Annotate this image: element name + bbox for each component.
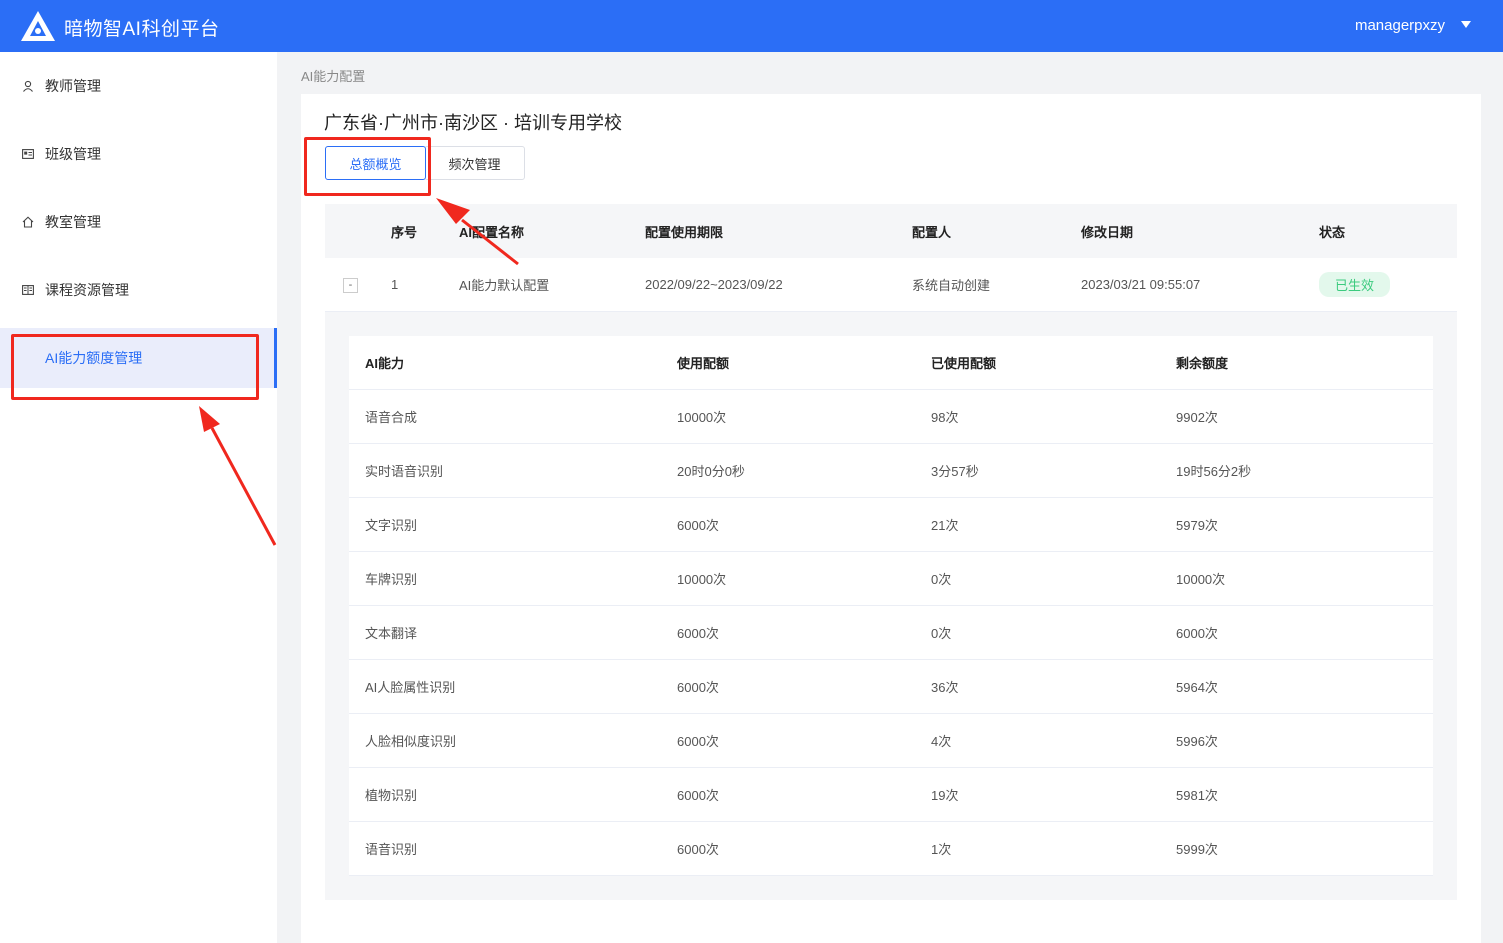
- table-row: AI人脸属性识别 6000次 36次 5964次: [349, 660, 1433, 714]
- row-remaining: 5996次: [1176, 734, 1218, 749]
- home-icon: [21, 215, 35, 229]
- row-config-name: AI能力默认配置: [459, 278, 550, 293]
- table-row: 文字识别 6000次 21次 5979次: [349, 498, 1433, 552]
- header-used: 已使用配额: [931, 356, 997, 371]
- sidebar-item-classes[interactable]: 班级管理: [0, 124, 277, 184]
- app-title: 暗物智AI科创平台: [64, 19, 220, 40]
- row-quota: 6000次: [677, 842, 719, 857]
- top-header: 暗物智AI科创平台 managerpxzy: [0, 0, 1503, 52]
- breadcrumb: AI能力配置: [301, 69, 366, 84]
- quota-rows: 语音合成 10000次 98次 9902次实时语音识别 20时0分0秒 3分57秒 19时5…: [349, 390, 1433, 876]
- row-ability: 文本翻译: [365, 626, 418, 641]
- row-ability: 语音合成: [365, 410, 418, 425]
- row-used: 4次: [931, 734, 952, 749]
- sidebar-item-course-resources[interactable]: 课程资源管理: [0, 260, 277, 320]
- row-used: 1次: [931, 842, 952, 857]
- row-ability: AI人脸属性识别: [365, 680, 456, 695]
- row-used: 19次: [931, 788, 959, 803]
- header-status: 状态: [1319, 224, 1346, 240]
- table-row: 语音合成 10000次 98次 9902次: [349, 390, 1433, 444]
- header-config-name: AI配置名称: [459, 224, 525, 240]
- row-modified: 2023/03/21 09:55:07: [1081, 277, 1201, 292]
- user-menu[interactable]: managerpxzy: [1355, 17, 1445, 34]
- row-quota: 6000次: [677, 734, 719, 749]
- sidebar-item-classrooms[interactable]: 教室管理: [0, 192, 277, 252]
- row-quota: 10000次: [677, 572, 727, 587]
- row-quota: 6000次: [677, 680, 719, 695]
- row-ability: 车牌识别: [365, 572, 418, 587]
- row-used: 36次: [931, 680, 959, 695]
- config-table-header: 序号 AI配置名称 配置使用期限 配置人 修改日期 状态: [325, 204, 1457, 258]
- table-row: 语音识别 6000次 1次 5999次: [349, 822, 1433, 876]
- header-quota: 使用配额: [677, 356, 730, 371]
- row-remaining: 5999次: [1176, 842, 1218, 857]
- table-row: 实时语音识别 20时0分0秒 3分57秒 19时56分2秒: [349, 444, 1433, 498]
- row-used: 21次: [931, 518, 959, 533]
- row-ability: 实时语音识别: [365, 464, 444, 479]
- row-ability: 语音识别: [365, 842, 418, 857]
- tab-frequency-management[interactable]: 频次管理: [424, 146, 525, 180]
- annotation-box-sidebar: [11, 334, 259, 400]
- sidebar-item-label: 教师管理: [45, 78, 101, 94]
- row-quota: 20时0分0秒: [677, 464, 745, 479]
- quota-table: AI能力 使用配额 已使用配额 剩余额度 语音合成 10000次 98次 9902次实…: [349, 336, 1433, 876]
- row-remaining: 5979次: [1176, 518, 1218, 533]
- header-index: 序号: [391, 224, 418, 240]
- sidebar-item-label: 班级管理: [45, 146, 101, 162]
- row-period: 2022/09/22~2023/09/22: [645, 277, 783, 292]
- row-ability: 人脸相似度识别: [365, 734, 457, 749]
- row-remaining: 10000次: [1176, 572, 1226, 587]
- table-row[interactable]: - 1 AI能力默认配置 2022/09/22~2023/09/22 系统自动创…: [325, 258, 1457, 312]
- row-ability: 植物识别: [365, 788, 418, 803]
- row-used: 3分57秒: [931, 464, 979, 479]
- row-status: 已生效: [1319, 258, 1391, 311]
- table-row: 人脸相似度识别 6000次 4次 5996次: [349, 714, 1433, 768]
- sidebar-item-label: 课程资源管理: [45, 282, 129, 298]
- row-remaining: 5981次: [1176, 788, 1218, 803]
- sidebar-item-label: 教室管理: [45, 214, 101, 230]
- user-icon: [21, 79, 35, 93]
- row-index: 1: [391, 277, 399, 292]
- row-quota: 10000次: [677, 410, 727, 425]
- row-used: 98次: [931, 410, 959, 425]
- header-creator: 配置人: [912, 224, 952, 240]
- row-remaining: 9902次: [1176, 410, 1218, 425]
- table-row: 文本翻译 6000次 0次 6000次: [349, 606, 1433, 660]
- quota-table-header: AI能力 使用配额 已使用配额 剩余额度: [349, 336, 1433, 390]
- book-icon: [21, 283, 35, 297]
- row-used: 0次: [931, 626, 952, 641]
- row-used: 0次: [931, 572, 952, 587]
- row-quota: 6000次: [677, 788, 719, 803]
- row-creator: 系统自动创建: [912, 278, 991, 293]
- row-remaining: 19时56分2秒: [1176, 464, 1252, 479]
- sidebar: 教师管理 班级管理 教室管理 课程资源管理 AI能力额度管理: [0, 52, 277, 943]
- row-quota: 6000次: [677, 518, 719, 533]
- caret-down-icon[interactable]: [1461, 21, 1471, 28]
- row-ability: 文字识别: [365, 518, 418, 533]
- annotation-box-tab: [304, 137, 431, 196]
- row-remaining: 6000次: [1176, 626, 1218, 641]
- header-remaining: 剩余额度: [1176, 356, 1229, 371]
- id-card-icon: [21, 147, 35, 161]
- header-period: 配置使用期限: [645, 224, 724, 240]
- table-row: 植物识别 6000次 19次 5981次: [349, 768, 1433, 822]
- status-badge: 已生效: [1319, 272, 1391, 297]
- page-title: 广东省·广州市·南沙区 · 培训专用学校: [324, 113, 622, 133]
- brand-logo-icon: [21, 11, 55, 41]
- table-row: 车牌识别 10000次 0次 10000次: [349, 552, 1433, 606]
- sidebar-item-teachers[interactable]: 教师管理: [0, 56, 277, 116]
- row-remaining: 5964次: [1176, 680, 1218, 695]
- row-quota: 6000次: [677, 626, 719, 641]
- collapse-row-button[interactable]: -: [343, 278, 358, 293]
- header-modified: 修改日期: [1081, 224, 1134, 240]
- header-ability: AI能力: [365, 356, 405, 371]
